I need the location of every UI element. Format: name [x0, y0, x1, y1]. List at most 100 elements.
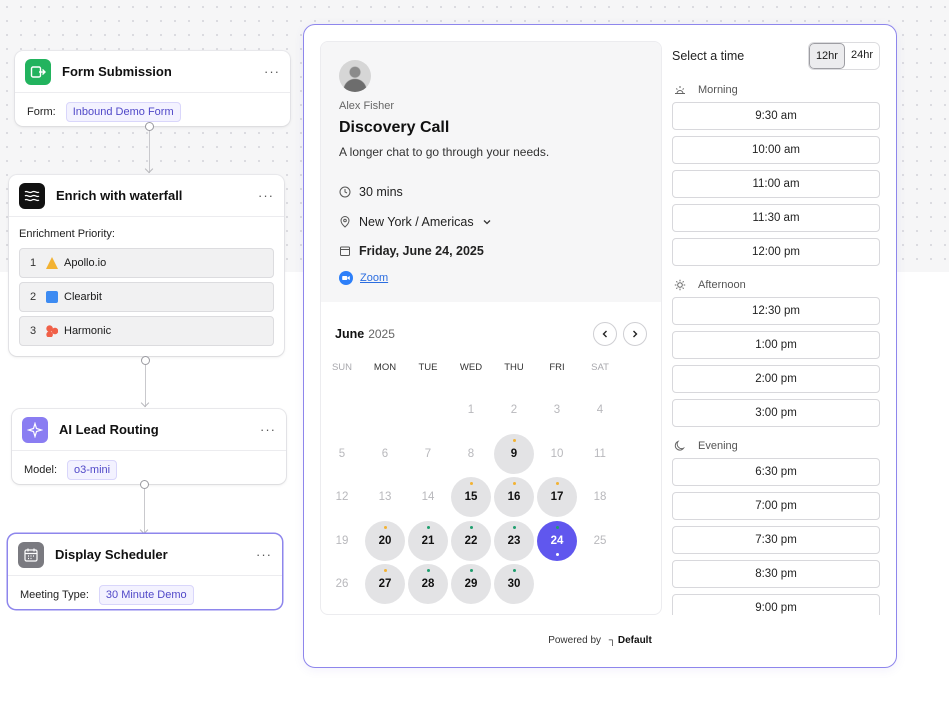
- time-slot-button[interactable]: 2:00 pm: [672, 365, 880, 393]
- weekday-label: SUN: [331, 362, 353, 373]
- day-number: 15: [464, 491, 478, 503]
- time-slot-button[interactable]: 7:30 pm: [672, 526, 880, 554]
- next-month-button[interactable]: [623, 322, 647, 346]
- time-slot-button[interactable]: 11:30 am: [672, 204, 880, 232]
- time-slot-button[interactable]: 12:00 pm: [672, 238, 880, 266]
- time-slot-button[interactable]: 7:00 pm: [672, 492, 880, 520]
- clearbit-logo-icon: [46, 291, 58, 303]
- calendar-day[interactable]: 23: [494, 520, 534, 561]
- calendar-day[interactable]: 17: [537, 477, 577, 517]
- harmonic-logo-icon: [46, 325, 58, 337]
- chevron-right-icon: [633, 330, 638, 338]
- day-number: 13: [378, 491, 392, 503]
- form-submission-node[interactable]: Form Submission ··· Form: Inbound Demo F…: [15, 51, 290, 126]
- node-title: Enrich with waterfall: [56, 188, 183, 203]
- powered-by: Powered by ┐ Default: [304, 635, 896, 646]
- previous-month-button[interactable]: [593, 322, 617, 346]
- day-number: 25: [593, 534, 607, 547]
- powered-by-brand: Default: [617, 635, 652, 646]
- time-slot-button[interactable]: 10:00 am: [672, 136, 880, 164]
- time-selector: Select a time 12hr 24hr Morning 9:30 am 10…: [672, 41, 880, 615]
- availability-dot: [469, 525, 473, 529]
- calendar-day[interactable]: 15: [451, 477, 491, 517]
- time-slot-button[interactable]: 9:30 am: [672, 102, 880, 130]
- time-slot-button[interactable]: 1:00 pm: [672, 331, 880, 359]
- calendar: June 2025 SUN MON TUE WED THU FRI SAT 1 2 3 4 5 6 7 8 9…: [321, 302, 661, 604]
- ai-lead-routing-node[interactable]: AI Lead Routing ··· Model: o3-mini: [12, 409, 286, 484]
- availability-dot: [426, 525, 430, 529]
- calendar-day[interactable]: 20: [365, 520, 405, 561]
- calendar-day[interactable]: 30: [494, 564, 534, 604]
- calendar-day[interactable]: 29: [451, 564, 491, 604]
- calendar-day: 5: [322, 434, 362, 474]
- date-row: Friday, June 24, 2025: [339, 244, 643, 258]
- period-label: Evening: [698, 440, 738, 452]
- meeting-title: Discovery Call: [339, 119, 450, 136]
- calendar-day-selected[interactable]: 24: [537, 520, 577, 561]
- day-number: 11: [594, 447, 606, 460]
- calendar-day[interactable]: 27: [365, 564, 405, 604]
- calendar-day: 1: [451, 390, 491, 430]
- weekday-label: SAT: [591, 362, 609, 373]
- sparkle-icon: [22, 416, 48, 443]
- calendar-day[interactable]: 9: [494, 433, 534, 474]
- day-number: 3: [553, 404, 561, 416]
- meeting-type-chip[interactable]: 30 Minute Demo: [98, 585, 194, 605]
- format-12hr-button[interactable]: 12hr: [808, 43, 845, 69]
- day-number: 4: [596, 404, 604, 416]
- priority-label: Enrichment Priority:: [19, 228, 115, 240]
- timezone-select[interactable]: New York / Americas: [339, 215, 643, 229]
- timezone: New York / Americas: [359, 215, 474, 229]
- priority-name: Apollo.io: [64, 257, 107, 269]
- time-slot-button[interactable]: 3:00 pm: [672, 399, 880, 427]
- priority-number: 1: [30, 257, 37, 269]
- calendar-day: 2: [494, 390, 534, 430]
- node-title: AI Lead Routing: [59, 422, 159, 437]
- priority-name: Harmonic: [64, 325, 112, 337]
- time-slot-button[interactable]: 12:30 pm: [672, 297, 880, 325]
- day-number: 12: [335, 491, 349, 503]
- availability-dot: [383, 569, 387, 572]
- connector-handle[interactable]: [141, 356, 150, 365]
- more-options-icon[interactable]: ···: [256, 547, 272, 562]
- priority-item[interactable]: 2 Clearbit: [19, 282, 274, 312]
- host-name: Alex Fisher: [339, 100, 395, 112]
- time-slot-list: Morning 9:30 am 10:00 am 11:00 am 11:30 am 12…: [672, 84, 880, 615]
- model-chip[interactable]: o3-mini: [67, 460, 118, 480]
- calendar-day[interactable]: 22: [451, 520, 491, 561]
- enrich-node[interactable]: Enrich with waterfall ··· Enrichment Pri…: [9, 175, 284, 356]
- time-slot-button[interactable]: 6:30 pm: [672, 458, 880, 486]
- node-title: Display Scheduler: [55, 547, 168, 562]
- calendar-day[interactable]: 21: [408, 520, 448, 561]
- day-number: 29: [464, 578, 478, 590]
- calendar-day: 8: [451, 434, 491, 474]
- calendar-day[interactable]: 28: [408, 564, 448, 604]
- zoom-icon: [339, 271, 353, 285]
- more-options-icon[interactable]: ···: [264, 64, 280, 79]
- form-chip[interactable]: Inbound Demo Form: [65, 102, 181, 122]
- priority-number: 3: [30, 325, 37, 337]
- period-label: Afternoon: [698, 279, 746, 291]
- day-number: 30: [507, 578, 521, 590]
- calendar-day[interactable]: 16: [494, 477, 534, 517]
- sun-icon: [674, 279, 692, 291]
- display-scheduler-node[interactable]: Display Scheduler ··· Meeting Type: 30 M…: [8, 534, 282, 609]
- time-slot-button[interactable]: 11:00 am: [672, 170, 880, 198]
- connector-handle[interactable]: [145, 122, 154, 131]
- selected-indicator-dot: [555, 552, 559, 556]
- connector-handle[interactable]: [140, 480, 149, 489]
- availability-dot: [555, 525, 559, 529]
- more-options-icon[interactable]: ···: [258, 188, 274, 203]
- priority-item[interactable]: 3 Harmonic: [19, 316, 274, 346]
- time-slot-button[interactable]: 8:30 pm: [672, 560, 880, 588]
- time-slot-button[interactable]: 9:00 pm: [672, 594, 880, 615]
- availability-dot: [383, 525, 387, 529]
- priority-item[interactable]: 1 Apollo.io: [19, 248, 274, 278]
- format-24hr-button[interactable]: 24hr: [844, 43, 879, 69]
- calendar-day: 4: [580, 390, 620, 430]
- calendar-day: 19: [322, 521, 362, 561]
- more-options-icon[interactable]: ···: [260, 422, 276, 437]
- calendar-day: 12: [322, 477, 362, 517]
- zoom-link[interactable]: Zoom: [360, 272, 388, 284]
- day-number: 1: [467, 404, 475, 416]
